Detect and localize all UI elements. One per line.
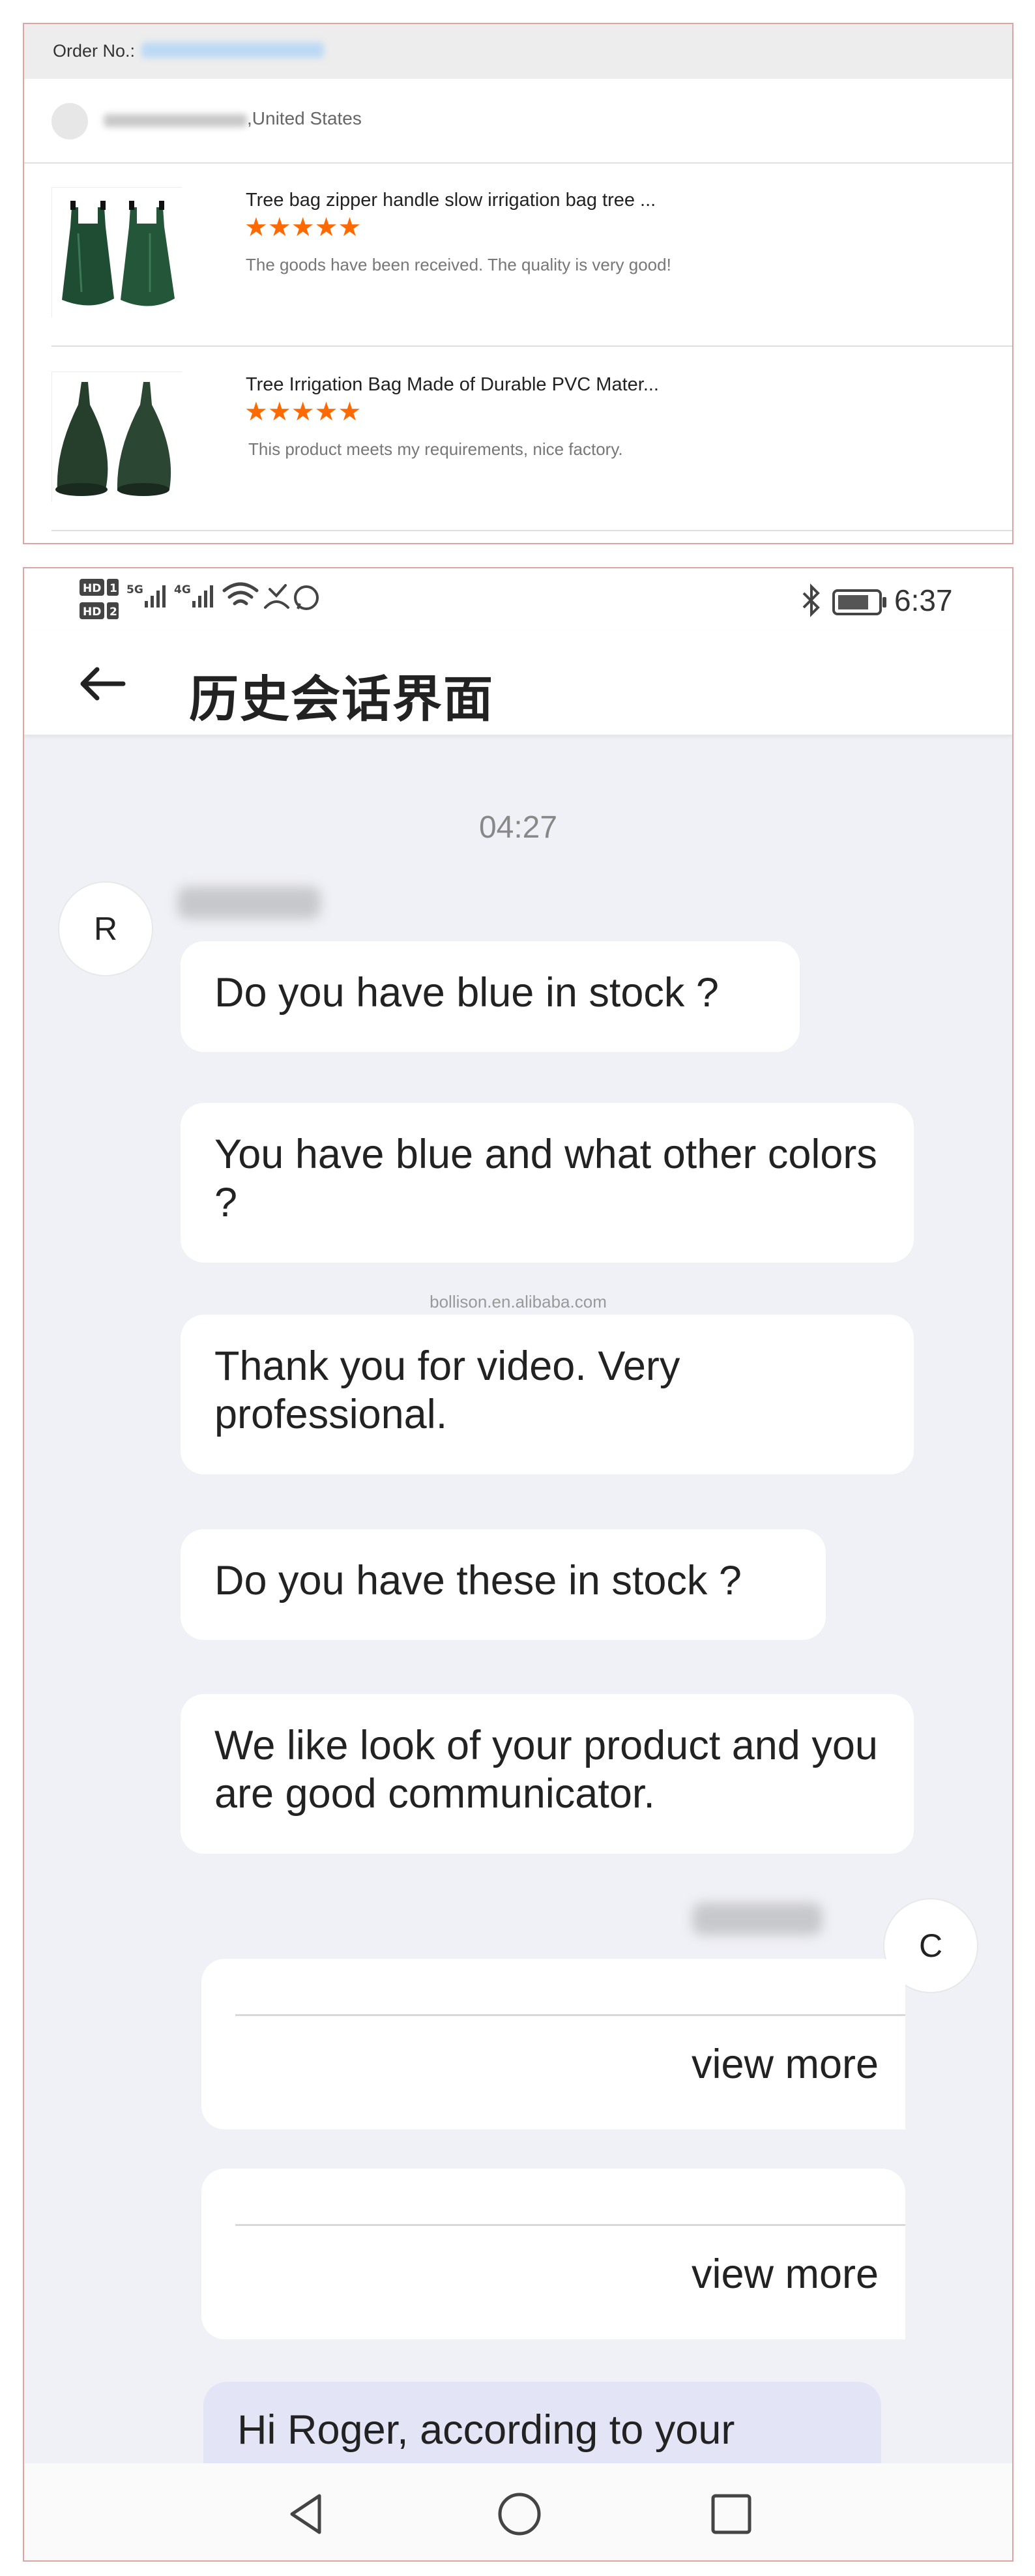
svg-text:4G: 4G	[174, 583, 191, 596]
chat-timestamp: 04:27	[478, 810, 558, 845]
product-review-row[interactable]: Tree bag zipper handle slow irrigation b…	[51, 164, 1012, 347]
tree-bag-image	[52, 372, 182, 503]
wifi-icon	[222, 582, 259, 606]
phone-chat-screen: HD 1 HD 2 5G 4G 6:37 历史会话界面 04:27 R Do y…	[23, 567, 1013, 2562]
missed-call-icon	[264, 584, 289, 609]
view-more-link[interactable]: view more	[692, 2251, 879, 2298]
back-arrow-icon[interactable]	[76, 664, 128, 703]
svg-text:2: 2	[109, 606, 117, 619]
buyer-avatar	[51, 103, 88, 139]
star-rating: ★★★★★	[244, 398, 362, 426]
outgoing-card-message[interactable]: view more	[201, 2169, 905, 2339]
status-right-icons	[802, 583, 886, 617]
incoming-message[interactable]: Do you have these in stock ?	[181, 1529, 826, 1640]
buyer-location: ,United States	[247, 108, 362, 128]
order-review-card: Order No.: ,United States Tree bag zippe…	[23, 23, 1013, 544]
incoming-message[interactable]: Thank you for video. Very professional.	[181, 1315, 914, 1474]
product-review-row[interactable]: Tree Irrigation Bag Made of Durable PVC …	[51, 348, 1012, 531]
product-title[interactable]: Tree bag zipper handle slow irrigation b…	[246, 190, 656, 211]
svg-text:HD: HD	[83, 582, 101, 595]
review-text: The goods have been received. The qualit…	[246, 255, 671, 274]
order-header: Order No.:	[24, 24, 1012, 79]
home-circle-icon[interactable]	[493, 2488, 546, 2540]
svg-text:1: 1	[109, 582, 117, 595]
order-number-label: Order No.:	[53, 41, 136, 61]
system-navigation-bar	[24, 2463, 1012, 2560]
buyer-name-redacted	[104, 114, 247, 127]
card-divider	[235, 2224, 905, 2226]
hd1-hd2-icon: HD 1 HD 2	[80, 579, 119, 619]
product-thumbnail[interactable]	[51, 187, 182, 318]
battery-icon	[832, 589, 886, 615]
bluetooth-icon	[802, 583, 820, 617]
buyer-row: ,United States	[24, 79, 1012, 164]
watermark: bollison.en.alibaba.com	[430, 1292, 607, 1311]
4g-signal-icon: 4G	[174, 583, 213, 607]
star-rating: ★★★★★	[244, 213, 362, 242]
sender-name-redacted	[692, 1903, 823, 1935]
card-divider	[235, 2014, 905, 2016]
app-header: 历史会话界面	[24, 630, 1012, 735]
svg-text:HD: HD	[83, 606, 101, 619]
product-thumbnail[interactable]	[51, 372, 182, 503]
back-triangle-icon[interactable]	[282, 2488, 334, 2540]
incoming-message[interactable]: Do you have blue in stock ?	[181, 941, 800, 1052]
svg-text:5G: 5G	[126, 583, 143, 596]
order-number-redacted[interactable]	[141, 42, 324, 58]
product-title[interactable]: Tree Irrigation Bag Made of Durable PVC …	[246, 374, 659, 396]
recents-square-icon[interactable]	[705, 2488, 757, 2540]
avatar[interactable]: R	[58, 881, 153, 976]
status-time: 6:37	[894, 583, 953, 617]
status-left-icons: HD 1 HD 2 5G 4G	[80, 579, 319, 619]
outgoing-card-message[interactable]: view more	[201, 1959, 905, 2130]
sender-name-redacted	[177, 886, 321, 919]
view-more-link[interactable]: view more	[692, 2041, 879, 2088]
tree-bag-image	[52, 188, 182, 318]
5g-signal-icon: 5G	[126, 583, 166, 607]
page-title: 历史会话界面	[189, 670, 494, 728]
incoming-message[interactable]: You have blue and what other colors ?	[181, 1103, 914, 1263]
whatsapp-icon	[294, 585, 319, 610]
review-text: This product meets my requirements, nice…	[248, 439, 623, 459]
incoming-message[interactable]: We like look of your product and you are…	[181, 1694, 914, 1854]
status-bar: HD 1 HD 2 5G 4G 6:37	[24, 568, 1012, 630]
